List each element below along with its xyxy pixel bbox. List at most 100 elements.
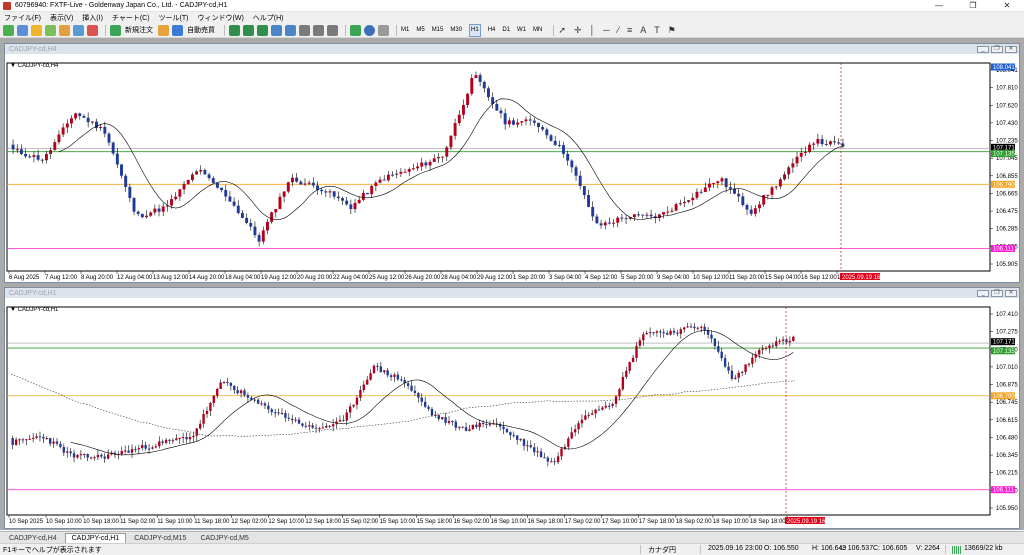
tab-cadjpy-h1[interactable]: CADJPY-cd,H1 bbox=[64, 533, 127, 543]
toolbar-separator bbox=[345, 24, 346, 36]
terminal-icon[interactable] bbox=[73, 24, 84, 36]
candle-body bbox=[274, 209, 278, 213]
menu-help[interactable]: ヘルプ(H) bbox=[253, 13, 284, 23]
candle-body bbox=[202, 413, 205, 424]
maximize-button[interactable]: ❐ bbox=[956, 0, 990, 12]
candle-body bbox=[703, 187, 707, 192]
chart-window-header[interactable]: CADJPY-cd,H1 _ ❐ ✕ bbox=[5, 288, 1019, 298]
vertical-line-icon[interactable]: │ bbox=[589, 25, 595, 36]
candle-body bbox=[470, 78, 474, 94]
chart-shift-icon[interactable] bbox=[327, 24, 338, 36]
magenta-level-label: 106.111 bbox=[993, 247, 1014, 253]
close-button[interactable]: ✕ bbox=[990, 0, 1024, 12]
new-order-button[interactable]: 新規注文 bbox=[125, 25, 153, 36]
candle-body bbox=[778, 340, 781, 342]
bar-chart-icon[interactable] bbox=[229, 24, 240, 36]
arrows-icon[interactable]: ⚑ bbox=[668, 25, 676, 36]
chart-window-header[interactable]: CADJPY-cd,H4 _ ❐ ✕ bbox=[5, 44, 1019, 54]
timeframe-h1[interactable]: H1 bbox=[469, 23, 481, 37]
price-axis-label: 107.235 bbox=[996, 139, 1018, 145]
candle-body bbox=[642, 334, 645, 341]
fibonacci-icon[interactable]: A bbox=[640, 25, 646, 36]
menu-insert[interactable]: 挿入(I) bbox=[82, 13, 103, 23]
tile-windows-icon[interactable] bbox=[299, 24, 310, 36]
tab-cadjpy-m5[interactable]: CADJPY-cd,M5 bbox=[194, 534, 254, 543]
candle-body bbox=[253, 399, 256, 401]
candle-body bbox=[740, 371, 744, 373]
channel-icon[interactable]: ≡ bbox=[627, 25, 632, 36]
timeframe-m1[interactable]: M1 bbox=[401, 25, 409, 36]
chart-minimize-button[interactable]: _ bbox=[977, 45, 989, 53]
chart-minimize-button[interactable]: _ bbox=[977, 289, 989, 297]
timeframe-w1[interactable]: W1 bbox=[517, 25, 526, 36]
trendline-icon[interactable]: ⁄ bbox=[618, 25, 620, 36]
crosshair-icon[interactable]: ✛ bbox=[574, 25, 582, 36]
candle-body bbox=[820, 139, 824, 145]
zoom-in-icon[interactable] bbox=[271, 24, 282, 36]
profiles-icon[interactable] bbox=[17, 24, 28, 36]
candle-body bbox=[708, 183, 711, 188]
chart-window-h1[interactable]: CADJPY-cd,H1 _ ❐ ✕ ▼ CADJPY-cd,H1 107.410… bbox=[4, 287, 1020, 529]
timeframe-m15[interactable]: M15 bbox=[432, 25, 444, 36]
candle-body bbox=[270, 212, 274, 222]
candle-body bbox=[45, 438, 48, 440]
data-window-icon[interactable] bbox=[45, 24, 56, 36]
bar-datetime: 2025.09.16 23:00 bbox=[708, 545, 763, 552]
profile-name[interactable]: カナダ円 bbox=[648, 545, 676, 555]
text-tool-icon[interactable]: T bbox=[654, 25, 660, 36]
candle-body bbox=[556, 456, 560, 463]
minimize-button[interactable]: — bbox=[922, 0, 956, 12]
chart-close-button[interactable]: ✕ bbox=[1005, 45, 1017, 53]
price-chart-h4[interactable]: ▼ CADJPY-cd,H4 108.041 107.810 107.620 107.4… bbox=[5, 54, 1019, 282]
candle-body bbox=[286, 182, 290, 192]
tab-cadjpy-h4[interactable]: CADJPY-cd,H4 bbox=[3, 534, 63, 543]
chart-close-button[interactable]: ✕ bbox=[1005, 289, 1017, 297]
chart-window-h4[interactable]: CADJPY-cd,H4 _ ❐ ✕ ▼ CADJPY-cd,H4 108.041… bbox=[4, 43, 1020, 283]
candle-body bbox=[686, 326, 689, 328]
menu-window[interactable]: ウィンドウ(W) bbox=[198, 13, 244, 23]
line-chart-icon[interactable] bbox=[257, 24, 268, 36]
candle-body bbox=[391, 174, 395, 176]
navigator-icon[interactable] bbox=[59, 24, 70, 36]
menu-view[interactable]: 表示(V) bbox=[50, 13, 73, 23]
candlestick-icon[interactable] bbox=[243, 24, 254, 36]
candle-body bbox=[332, 191, 336, 197]
new-order-icon[interactable] bbox=[110, 24, 121, 36]
chart-restore-button[interactable]: ❐ bbox=[991, 289, 1003, 297]
candle-body bbox=[378, 179, 382, 183]
new-chart-icon[interactable] bbox=[3, 24, 14, 36]
time-axis-label: 22 Aug 04:00 bbox=[333, 275, 369, 281]
timeframe-h4[interactable]: H4 bbox=[488, 25, 496, 36]
timeframe-d1[interactable]: D1 bbox=[502, 25, 510, 36]
menu-file[interactable]: ファイル(F) bbox=[4, 13, 41, 23]
candle-body bbox=[137, 448, 141, 450]
periods-icon[interactable] bbox=[364, 24, 375, 36]
auto-trade-button[interactable]: 自動売買 bbox=[187, 25, 215, 36]
autoscroll-icon[interactable] bbox=[313, 24, 324, 36]
metaeditor-icon[interactable] bbox=[158, 24, 169, 36]
cursor-icon[interactable]: ➚ bbox=[558, 25, 566, 36]
price-chart-h1[interactable]: ▼ CADJPY-cd,H1107.410107.275107.140107.0… bbox=[5, 298, 1019, 528]
plot-frame bbox=[6, 62, 991, 272]
market-watch-icon[interactable] bbox=[31, 24, 42, 36]
horizontal-line-icon[interactable]: ─ bbox=[603, 25, 609, 36]
candle-body bbox=[261, 230, 265, 242]
candle-body bbox=[325, 425, 328, 428]
candle-body bbox=[260, 403, 263, 405]
menu-chart[interactable]: チャート(C) bbox=[112, 13, 150, 23]
timeframe-mn[interactable]: MN bbox=[533, 25, 542, 36]
candle-body bbox=[503, 113, 507, 125]
timeframe-m30[interactable]: M30 bbox=[450, 25, 462, 36]
candle-body bbox=[587, 195, 591, 207]
indicators-icon[interactable] bbox=[350, 24, 361, 36]
time-axis-label: 29 Aug 12:00 bbox=[477, 275, 513, 281]
chart-restore-button[interactable]: ❐ bbox=[991, 45, 1003, 53]
tab-cadjpy-m15[interactable]: CADJPY-cd,M15 bbox=[128, 534, 192, 543]
timeframe-m5[interactable]: M5 bbox=[416, 25, 424, 36]
menu-tools[interactable]: ツール(T) bbox=[159, 13, 189, 23]
templates-icon[interactable] bbox=[378, 24, 389, 36]
zoom-out-icon[interactable] bbox=[285, 24, 296, 36]
connection-icon[interactable] bbox=[952, 546, 961, 554]
auto-trade-icon[interactable] bbox=[172, 24, 183, 36]
strategy-tester-icon[interactable] bbox=[87, 24, 98, 36]
